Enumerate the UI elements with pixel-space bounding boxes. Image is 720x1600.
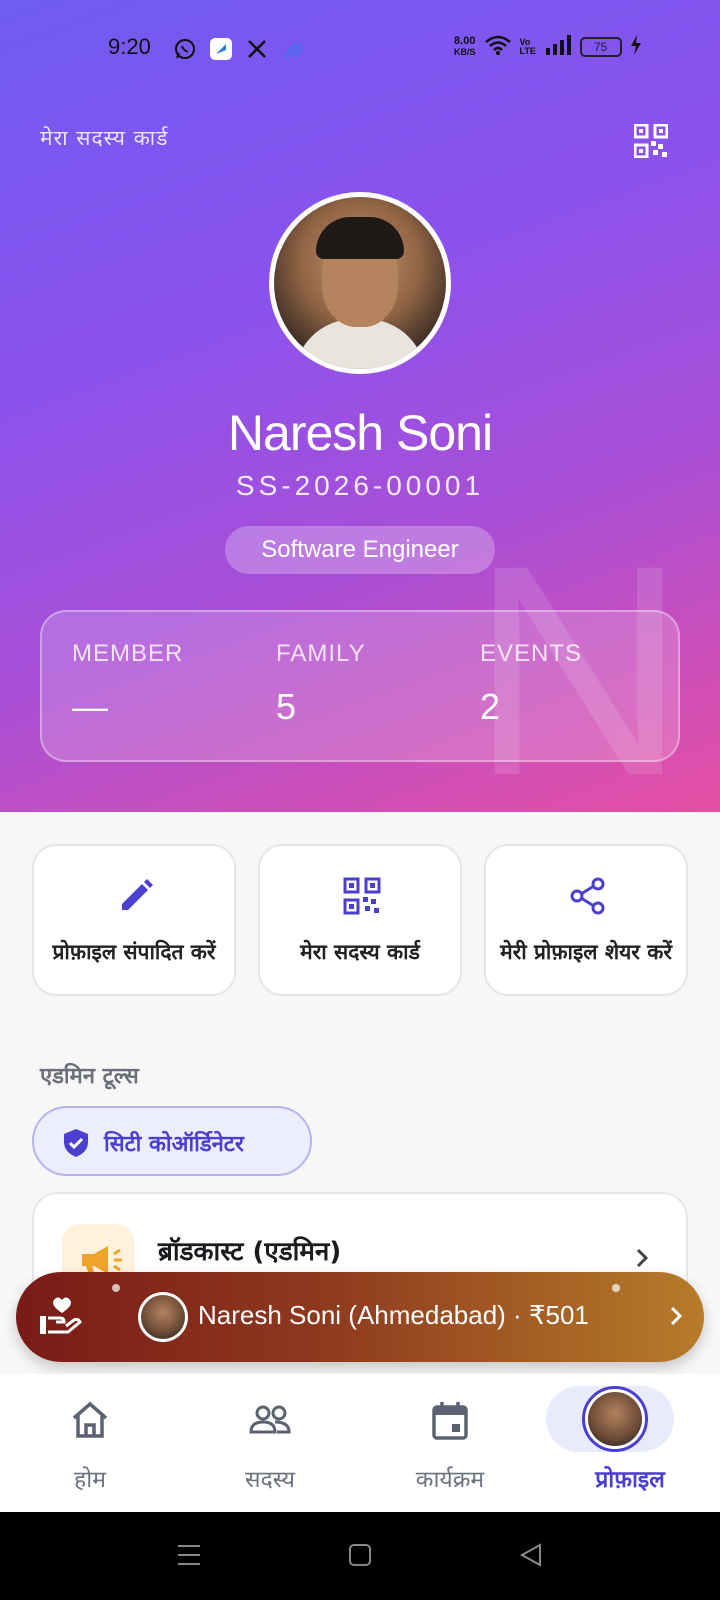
stat-label: FAMILY [276,640,366,667]
members-icon [249,1405,291,1434]
home-icon [72,1401,108,1438]
chevron-right-icon [636,1248,649,1268]
nav-profile[interactable]: प्रोफ़ाइल [540,1374,720,1512]
network-speed: 8.00 KB/S [454,35,476,58]
action-label: मेरा सदस्य कार्ड [300,940,420,964]
back-icon[interactable] [518,1542,544,1568]
stat-events: EVENTS 2 [480,640,582,728]
member-card-button[interactable]: मेरा सदस्य कार्ड [258,844,462,996]
nav-events[interactable]: कार्यक्रम [360,1374,540,1512]
stat-family: FAMILY 5 [276,640,366,728]
share-profile-button[interactable]: मेरी प्रोफ़ाइल शेयर करें [484,844,688,996]
x-icon [244,36,270,62]
donate-hand-icon [40,1297,82,1334]
stat-value: 2 [480,686,501,727]
share-icon [570,877,605,915]
shield-check-icon [64,1129,88,1157]
stripes-icon [280,36,306,62]
signal-icon [544,34,572,60]
stat-member: MEMBER — [72,640,183,728]
nav-label: प्रोफ़ाइल [595,1467,665,1493]
donation-text: Naresh Soni (Ahmedabad) · ₹501 [198,1300,589,1330]
calendar-icon [432,1402,468,1440]
ticker-dot [112,1284,120,1292]
broadcast-title: ब्रॉडकास्ट (एडमिन) [158,1237,342,1267]
edit-profile-button[interactable]: प्रोफ़ाइल संपादित करें [32,844,236,996]
stat-label: MEMBER [72,640,184,667]
ticker-dot [612,1284,620,1292]
volte-icon: Vo LTE [519,37,536,56]
menu-icon[interactable] [176,1542,202,1568]
city-coordinator-badge[interactable]: सिटी कोऑर्डिनेटर [32,1106,312,1176]
profile-hero: N 9:20 8.00 KB/S Vo LTE 75 मेरा सदस्य का… [0,0,720,812]
whatsapp-icon [172,36,198,62]
admin-section-title: एडमिन टूल्स [40,1064,139,1089]
donor-avatar [138,1292,188,1342]
avatar-photo [274,197,446,369]
stats-card: MEMBER — FAMILY 5 EVENTS 2 [40,610,680,762]
role-badge: Software Engineer [225,526,495,574]
donation-ticker[interactable]: Naresh Soni (Ahmedabad) · ₹501 [16,1272,704,1362]
nav-members[interactable]: सदस्य [180,1374,360,1512]
notification-icons [172,36,306,62]
status-bar: 9:20 8.00 KB/S Vo LTE 75 [0,26,720,72]
app-notification-icon [208,36,234,62]
nav-label: होम [74,1467,106,1493]
profile-avatar-icon [582,1386,648,1452]
stat-label: EVENTS [480,640,583,667]
action-label: प्रोफ़ाइल संपादित करें [52,940,216,964]
charging-icon [630,35,642,59]
status-time: 9:20 [108,34,151,59]
system-navigation-bar [0,1512,720,1600]
stat-value: — [72,686,108,727]
qr-code-icon[interactable] [633,123,669,159]
stat-value: 5 [276,686,297,727]
battery-indicator: 75 [579,37,622,57]
profile-avatar[interactable] [269,192,451,374]
nav-label: सदस्य [244,1467,296,1493]
action-label: मेरी प्रोफ़ाइल शेयर करें [500,940,672,964]
system-status-icons: 8.00 KB/S Vo LTE 75 [454,34,642,60]
member-id: SS-2026-00001 [235,470,485,501]
qr-code-icon [343,877,381,915]
page-title: मेरा सदस्य कार्ड [40,126,169,150]
nav-home[interactable]: होम [0,1374,180,1512]
nav-label: कार्यक्रम [415,1467,485,1493]
role-badge-label: सिटी कोऑर्डिनेटर [104,1132,244,1157]
home-button-icon[interactable] [347,1542,373,1568]
bottom-navigation: होम सदस्य कार्यक्रम प्रोफ़ाइल [0,1374,720,1512]
wifi-icon [484,34,512,60]
chevron-right-icon [670,1306,683,1326]
pencil-icon [122,879,153,910]
profile-name: Naresh Soni [227,405,493,461]
